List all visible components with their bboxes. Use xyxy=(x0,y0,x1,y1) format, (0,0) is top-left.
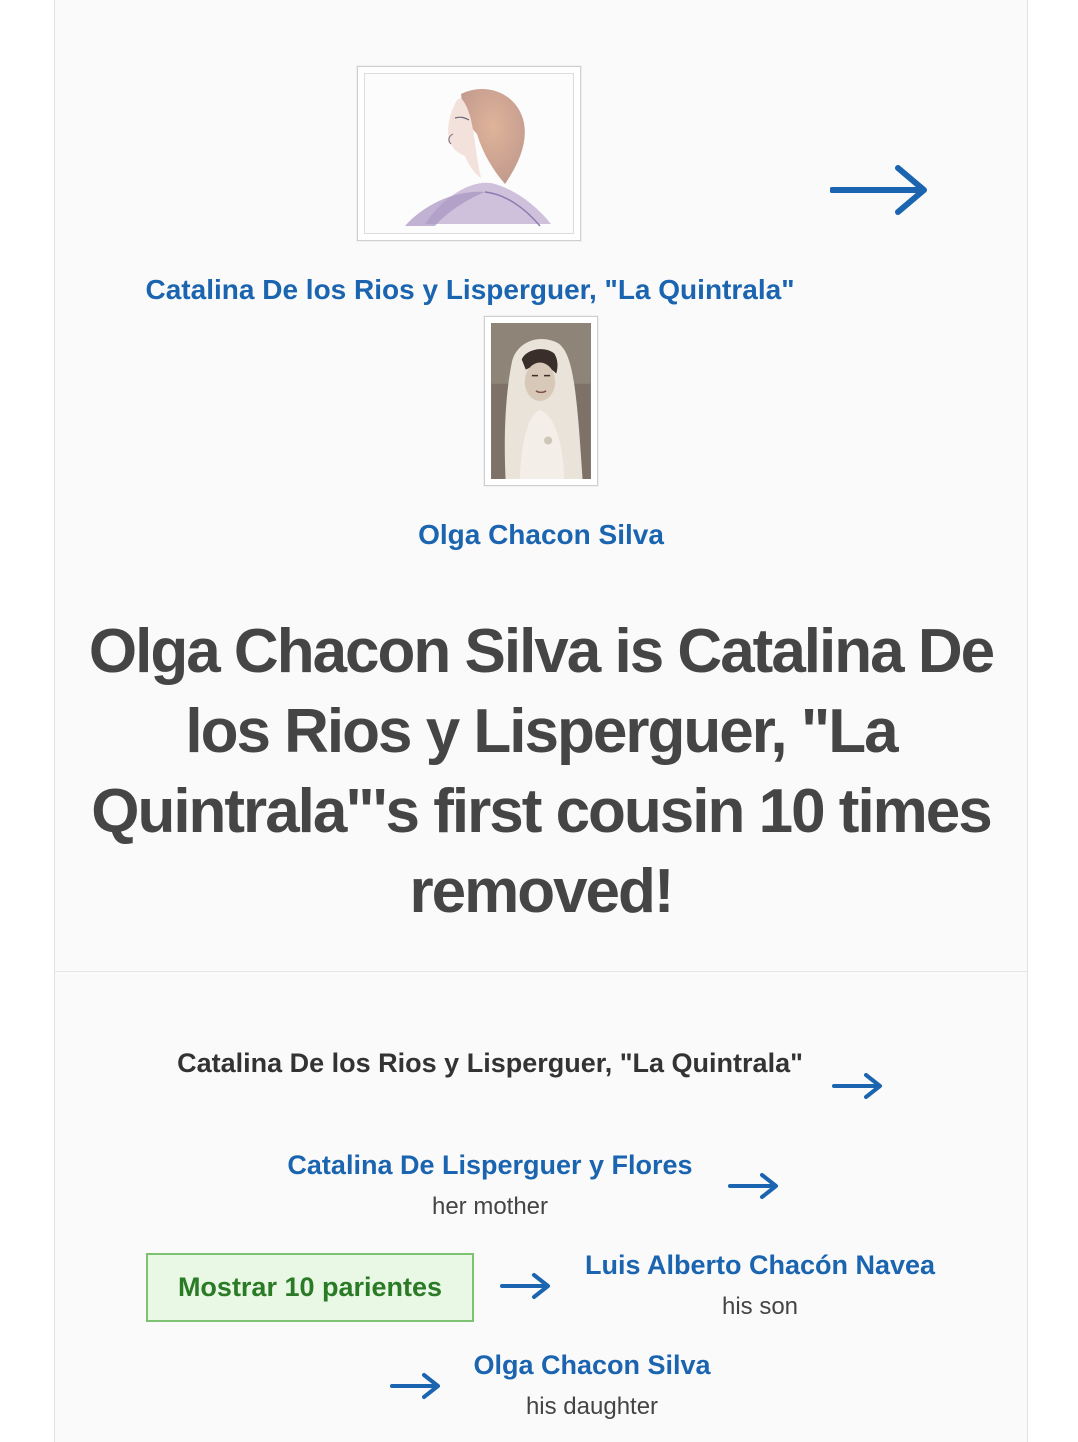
right-arrow-icon xyxy=(728,1171,780,1201)
person-a-portrait-image xyxy=(364,73,574,234)
path-step-2-name-link[interactable]: Luis Alberto Chacón Navea xyxy=(560,1250,960,1281)
sketch-portrait-illustration xyxy=(405,88,551,227)
right-arrow-icon xyxy=(390,1371,442,1401)
person-b-photo[interactable] xyxy=(484,316,598,486)
show-relatives-button[interactable]: Mostrar 10 parientes xyxy=(146,1253,474,1322)
path-step-1-relation: her mother xyxy=(431,1193,549,1220)
path-step-1-name-link[interactable]: Catalina De Lisperguer y Flores xyxy=(240,1150,740,1181)
path-step-2-relation: his son xyxy=(721,1293,799,1320)
path-step-3-name-link[interactable]: Olga Chacon Silva xyxy=(442,1350,742,1381)
person-a-photo[interactable] xyxy=(357,66,581,241)
bride-portrait-photo xyxy=(491,323,591,479)
relationship-headline: Olga Chacon Silva is Catalina De los Rio… xyxy=(88,617,995,926)
person-b-name-link[interactable]: Olga Chacon Silva xyxy=(0,519,1078,551)
right-arrow-icon xyxy=(832,1071,884,1101)
person-b-portrait-image xyxy=(491,323,591,479)
section-divider xyxy=(54,971,1028,972)
person-a-name-link[interactable]: Catalina De los Rios y Lisperguer, "La Q… xyxy=(0,274,940,306)
right-arrow-icon xyxy=(500,1271,552,1301)
right-arrow-icon xyxy=(829,160,930,220)
path-step-3-relation: his daughter xyxy=(525,1393,659,1420)
